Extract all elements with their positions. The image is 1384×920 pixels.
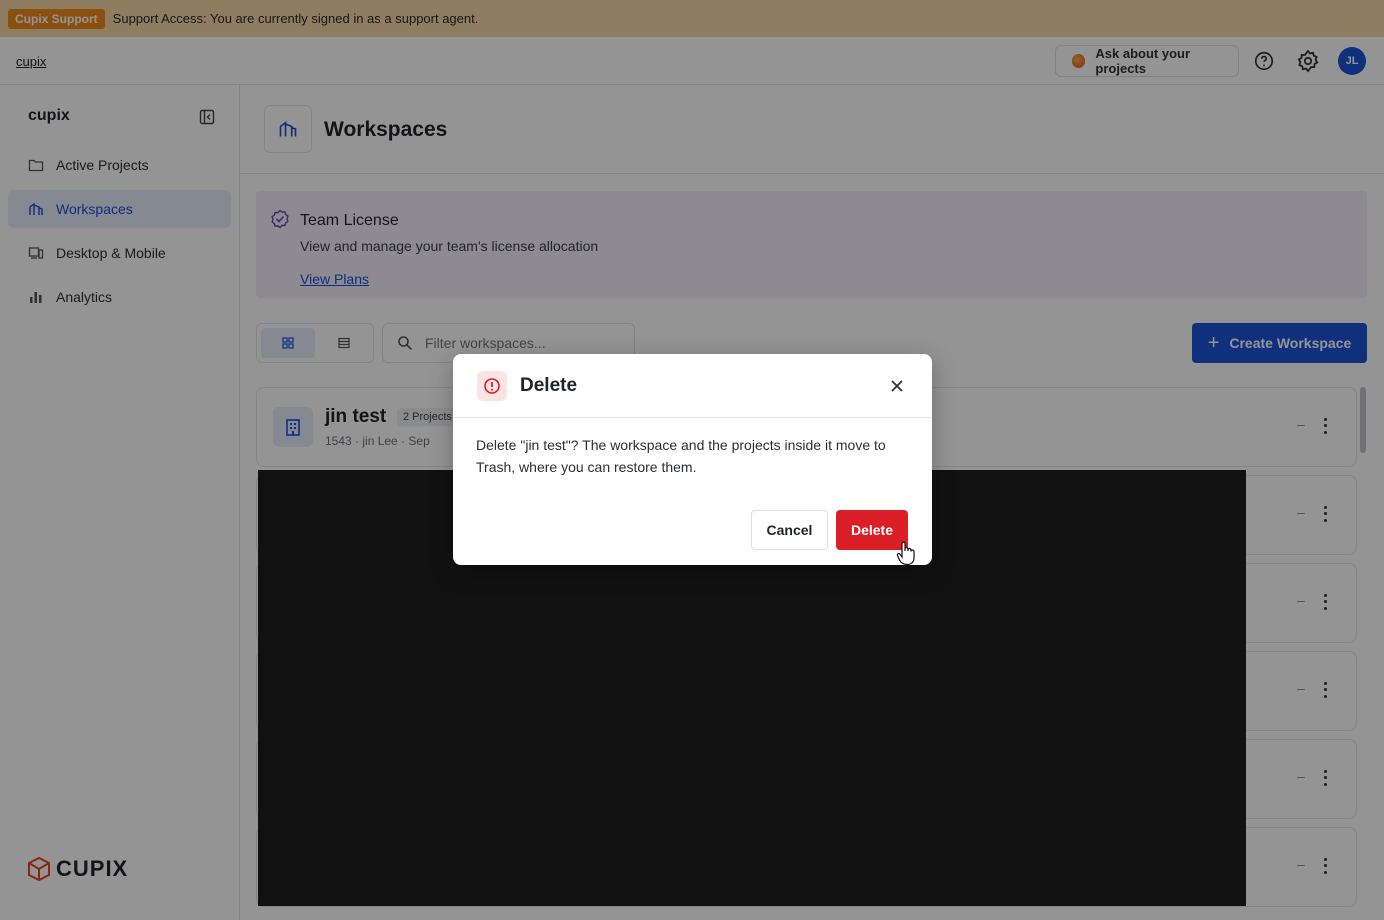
alert-icon	[477, 371, 507, 401]
close-icon[interactable]	[888, 377, 906, 395]
dialog-title: Delete	[520, 375, 578, 396]
dialog-header: Delete	[453, 354, 932, 418]
delete-dialog: Delete Delete "jin test"? The workspace …	[453, 354, 932, 565]
cancel-button[interactable]: Cancel	[751, 510, 828, 550]
hand-cursor-icon	[896, 541, 915, 566]
dialog-message: Delete "jin test"? The workspace and the…	[476, 437, 886, 475]
